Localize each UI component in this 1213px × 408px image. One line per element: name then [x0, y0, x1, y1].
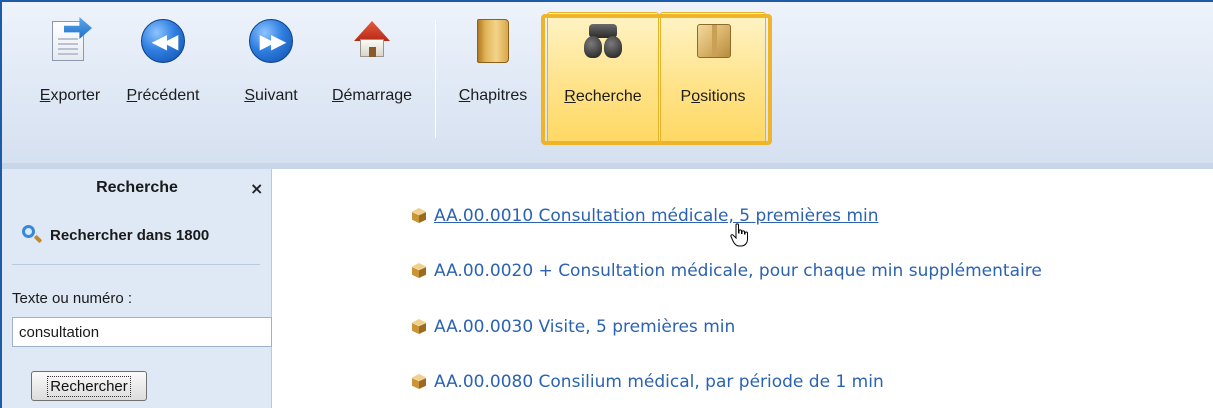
next-icon: ▶▶: [247, 17, 295, 65]
result-link[interactable]: AA.00.0080 Consilium médical, par périod…: [434, 372, 884, 392]
book-icon: [469, 17, 517, 65]
close-icon[interactable]: ×: [250, 179, 266, 199]
results-list: AA.00.0010 Consultation médicale, 5 prem…: [273, 169, 1213, 408]
previous-label: Précédent: [126, 87, 200, 104]
home-icon: [348, 17, 396, 65]
search-toolbar-label: Recherche: [564, 88, 642, 105]
next-label: Suivant: [244, 87, 298, 104]
search-scope: Rechercher dans 1800: [20, 223, 209, 247]
export-button[interactable]: Exporter: [32, 12, 108, 142]
search-panel: Recherche × Rechercher dans 1800 Texte o…: [2, 169, 272, 408]
result-item[interactable]: AA.00.0010 Consultation médicale, 5 prem…: [410, 202, 879, 230]
search-field-label: Texte ou numéro :: [12, 290, 133, 307]
export-icon: [46, 17, 94, 65]
panel-title: Recherche: [96, 179, 178, 196]
export-label: Exporter: [39, 87, 101, 104]
search-input[interactable]: [12, 317, 272, 347]
positions-label: Positions: [680, 88, 746, 105]
box-icon: [689, 18, 737, 66]
result-item[interactable]: AA.00.0080 Consilium médical, par périod…: [410, 368, 884, 396]
home-label: Démarrage: [331, 87, 413, 104]
search-button[interactable]: Rechercher: [31, 371, 147, 401]
result-link[interactable]: AA.00.0020 + Consultation médicale, pour…: [434, 261, 1042, 281]
search-scope-label: Rechercher dans 1800: [50, 226, 210, 244]
previous-button[interactable]: ◀◀ Précédent: [123, 12, 203, 142]
toolbar-separator: [435, 20, 436, 138]
result-item[interactable]: AA.00.0020 + Consultation médicale, pour…: [410, 257, 1042, 285]
previous-icon: ◀◀: [139, 17, 187, 65]
search-button-label: Rechercher: [47, 375, 131, 397]
panel-divider: [12, 264, 260, 265]
search-toolbar-button[interactable]: Recherche: [547, 12, 659, 145]
result-link[interactable]: AA.00.0010 Consultation médicale, 5 prem…: [434, 206, 879, 226]
next-button[interactable]: ▶▶ Suivant: [233, 12, 309, 142]
chapters-button[interactable]: Chapitres: [448, 12, 538, 142]
binoculars-icon: [579, 18, 627, 66]
result-item[interactable]: AA.00.0030 Visite, 5 premières min: [410, 313, 735, 341]
positions-button[interactable]: Positions: [660, 12, 766, 145]
position-cube-icon: [410, 318, 428, 336]
position-cube-icon: [410, 207, 428, 225]
magnifier-icon: [20, 224, 43, 246]
home-button[interactable]: Démarrage: [321, 12, 423, 142]
result-link[interactable]: AA.00.0030 Visite, 5 premières min: [434, 317, 735, 337]
position-cube-icon: [410, 373, 428, 391]
chapters-label: Chapitres: [458, 87, 528, 104]
position-cube-icon: [410, 262, 428, 280]
ribbon-toolbar: Exporter ◀◀ Précédent ▶▶ Suivant Démarra…: [2, 2, 1213, 169]
